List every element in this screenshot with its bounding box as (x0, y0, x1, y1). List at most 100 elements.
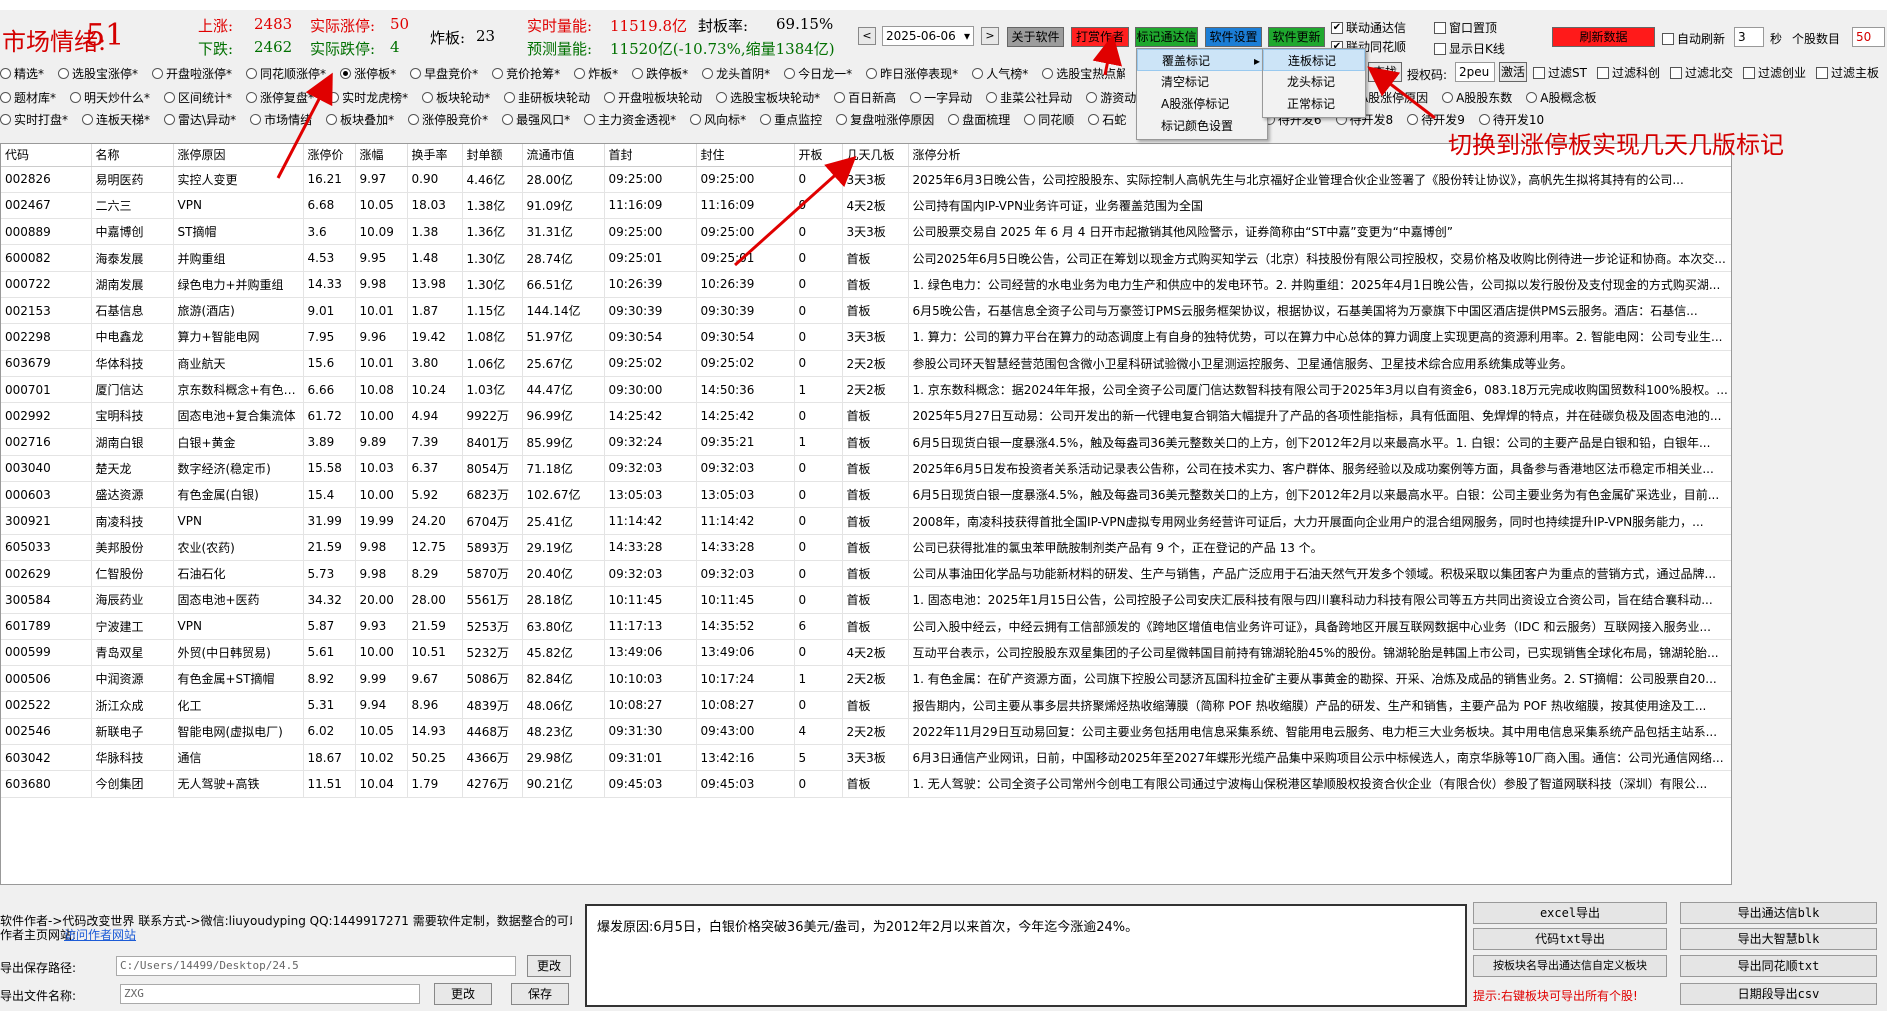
table-row[interactable]: 003040 楚天龙 数字经济(稳定币) 15.58 10.03 6.37 8054万 71.… (1, 455, 1731, 483)
table-row[interactable]: 603680 今创集团 无人驾驶+高铁 11.51 10.04 1.79 4276万 90.2… (1, 770, 1731, 798)
table-row[interactable]: 002522 浙江众成 化工 5.31 9.94 8.96 4839万 48.06亿 10:08… (1, 691, 1731, 719)
column-header[interactable]: 涨停价 (303, 144, 356, 167)
auth-input[interactable]: 2peu (1455, 62, 1495, 82)
radio-option[interactable]: 昨日涨停表现* (866, 65, 958, 82)
radio-option[interactable]: 开盘啦涨停* (152, 65, 232, 82)
table-row[interactable]: 000701 厦门信达 京东数科概念+有色金... 6.66 10.08 10.24 1.0… (1, 376, 1731, 404)
table-row[interactable]: 002153 石基信息 旅游(酒店) 9.01 10.01 1.87 1.15亿 144.14… (1, 297, 1731, 325)
menu-item-mark-color[interactable]: 标记颜色设置 (1137, 115, 1267, 137)
table-row[interactable]: 603679 华体科技 商业航天 15.6 10.01 3.80 1.06亿 25.67亿 09… (1, 350, 1731, 377)
submenu-item-leader-mark[interactable]: 龙头标记 (1263, 71, 1365, 93)
radio-option[interactable]: 选股宝板块轮动* (716, 89, 820, 106)
filter-gem-checkbox[interactable]: 过滤创业 (1742, 64, 1806, 81)
next-date-button[interactable]: > (981, 27, 999, 45)
find-button[interactable]: 查找 (1368, 62, 1402, 82)
menu-item-clear-mark[interactable]: 清空标记 (1137, 71, 1267, 93)
topmost-checkbox[interactable]: 窗口置顶 (1434, 19, 1497, 36)
radio-option[interactable]: 最强风口* (502, 111, 570, 128)
radio-option[interactable]: 连板天梯* (82, 111, 150, 128)
column-header[interactable]: 代码 (1, 144, 92, 167)
radio-option[interactable]: 涨停板* (340, 65, 396, 82)
radio-option[interactable]: A股股东数 (1442, 89, 1512, 106)
radio-option[interactable]: 板块叠加* (326, 111, 394, 128)
table-row[interactable]: 002298 中电鑫龙 算力+智能电网 7.95 9.96 19.42 1.08亿 51.97… (1, 323, 1731, 351)
column-header[interactable]: 名称 (91, 144, 174, 167)
table-row[interactable]: 002992 宝明科技 固态电池+复合集流体 61.72 10.00 4.94 9922万 9… (1, 402, 1731, 430)
filter-st-checkbox[interactable]: 过滤ST (1533, 64, 1587, 81)
table-row[interactable]: 300584 海辰药业 固态电池+医药 34.32 20.00 28.00 5561万 28.… (1, 586, 1731, 614)
table-row[interactable]: 002546 新联电子 智能电网(虚拟电厂) 6.02 10.05 14.93 4468万 4… (1, 718, 1731, 746)
table-row[interactable]: 600082 海泰发展 并购重组 4.53 9.95 1.48 1.30亿 28.74亿 09:… (1, 244, 1731, 272)
file-change-button[interactable]: 更改 (434, 983, 492, 1005)
radio-option[interactable]: 复盘啦涨停原因 (836, 111, 934, 128)
column-header[interactable]: 涨停原因 (173, 144, 304, 167)
table-row[interactable]: 000599 青岛双星 外贸(中日韩贸易) 5.61 10.00 10.51 5232万 45… (1, 639, 1731, 667)
code-txt-button[interactable]: 代码txt导出 (1473, 928, 1667, 950)
filter-main-checkbox[interactable]: 过滤主板 (1816, 64, 1879, 81)
radio-option[interactable]: 实时龙虎榜* (328, 89, 408, 106)
filter-bse-checkbox[interactable]: 过滤北交 (1669, 64, 1733, 81)
radio-option[interactable]: 竞价抢筹* (492, 65, 560, 82)
path-change-button[interactable]: 更改 (527, 955, 571, 977)
prev-date-button[interactable]: < (858, 27, 876, 45)
column-header[interactable]: 封住 (696, 144, 795, 167)
stock-count-input[interactable]: 50 (1852, 27, 1885, 47)
radio-option[interactable]: 选股宝涨停* (58, 65, 138, 82)
filter-star-checkbox[interactable]: 过滤科创 (1596, 64, 1660, 81)
donate-button[interactable]: 打赏作者 (1071, 27, 1129, 47)
radio-option[interactable]: 韭研板块轮动 (504, 89, 590, 106)
radio-option[interactable]: 炸板* (574, 65, 618, 82)
radio-option[interactable]: 涨停股竞价* (408, 111, 488, 128)
date-select[interactable]: 2025-06-06 ▾ (882, 26, 974, 46)
radio-option[interactable]: 石蛇 (1088, 111, 1126, 128)
show-k-checkbox[interactable]: 显示日K线 (1434, 40, 1505, 57)
radio-option[interactable]: 主力资金透视* (584, 111, 676, 128)
column-header[interactable]: 开板 (794, 144, 843, 167)
export-tdx-button[interactable]: 导出通达信blk (1680, 902, 1877, 924)
radio-option[interactable]: 实时打盘* (0, 111, 68, 128)
column-header[interactable]: 封单额 (462, 144, 523, 167)
table-row[interactable]: 605033 美邦股份 农业(农药) 21.59 9.98 12.75 5893万 29.19… (1, 534, 1731, 561)
radio-option[interactable]: 韭菜公社异动 (986, 89, 1072, 106)
column-header[interactable]: 涨幅 (355, 144, 408, 167)
radio-option[interactable]: 选股宝热点解读* (1042, 65, 1125, 82)
radio-option[interactable]: 一字异动 (910, 89, 972, 106)
save-button[interactable]: 保存 (511, 983, 569, 1005)
radio-option[interactable]: 重点监控 (760, 111, 822, 128)
column-header[interactable]: 首封 (604, 144, 697, 167)
column-header[interactable]: 流通市值 (522, 144, 605, 167)
table-row[interactable]: 000603 盛达资源 有色金属(白银) 15.4 10.00 5.92 6823万 102.… (1, 481, 1731, 509)
activate-button[interactable]: 激活 (1499, 62, 1527, 82)
file-input[interactable]: ZXG (120, 984, 420, 1004)
link-tdx-checkbox[interactable]: ✔ 联动通达信 (1331, 19, 1406, 36)
radio-option[interactable]: 开盘啦板块轮动 (604, 89, 702, 106)
radio-option[interactable]: 早盘竞价* (410, 65, 478, 82)
radio-option[interactable]: 跌停板* (632, 65, 688, 82)
home-link[interactable]: 访问作者网站 (64, 926, 136, 943)
radio-option[interactable]: 涨停复盘* (246, 89, 314, 106)
about-button[interactable]: 关于软件 (1007, 27, 1064, 47)
export-ths-button[interactable]: 导出同花顺txt (1680, 955, 1877, 977)
radio-option[interactable]: 明天炒什么* (70, 89, 150, 106)
menu-item-a-share-mark[interactable]: A股涨停标记 (1137, 93, 1267, 115)
radio-option[interactable]: 同花顺涨停* (246, 65, 326, 82)
limit-up-table[interactable]: 代码 名称 涨停原因 涨停价 涨幅 换手率 封单额 流通市值 首封 封住 开板 几天几板 涨停分析 00… (0, 143, 1732, 885)
interval-select[interactable]: 3 (1734, 27, 1764, 47)
radio-option[interactable]: 盘面梳理 (948, 111, 1010, 128)
table-row[interactable]: 002826 易明医药 实控人变更 16.21 9.97 0.90 4.46亿 28.00亿 0… (1, 166, 1731, 193)
menu-item-overwrite-mark[interactable]: 覆盖标记 ▸ (1137, 49, 1267, 71)
mark-tdx-button[interactable]: 标记通达信 (1135, 27, 1198, 47)
excel-export-button[interactable]: excel导出 (1473, 902, 1667, 924)
radio-option[interactable]: 雷达\异动* (164, 111, 236, 128)
radio-option[interactable]: A股概念板 (1526, 89, 1597, 106)
auto-refresh-checkbox[interactable]: 自动刷新 (1662, 30, 1725, 47)
table-row[interactable]: 002716 湖南白银 白银+黄金 3.89 9.89 7.39 8401万 85.99亿 09… (1, 428, 1731, 456)
settings-button[interactable]: 软件设置 (1205, 27, 1262, 47)
radio-option[interactable]: 区间统计* (164, 89, 232, 106)
refresh-button[interactable]: 刷新数据 (1552, 27, 1655, 47)
submenu-item-normal-mark[interactable]: 正常标记 (1263, 93, 1365, 115)
table-row[interactable]: 603042 华脉科技 通信 18.67 10.02 50.25 4366万 29.98亿 09… (1, 744, 1731, 772)
column-header[interactable]: 换手率 (407, 144, 463, 167)
column-header[interactable]: 几天几板 (842, 144, 909, 167)
radio-option[interactable]: 百日新高 (834, 89, 896, 106)
